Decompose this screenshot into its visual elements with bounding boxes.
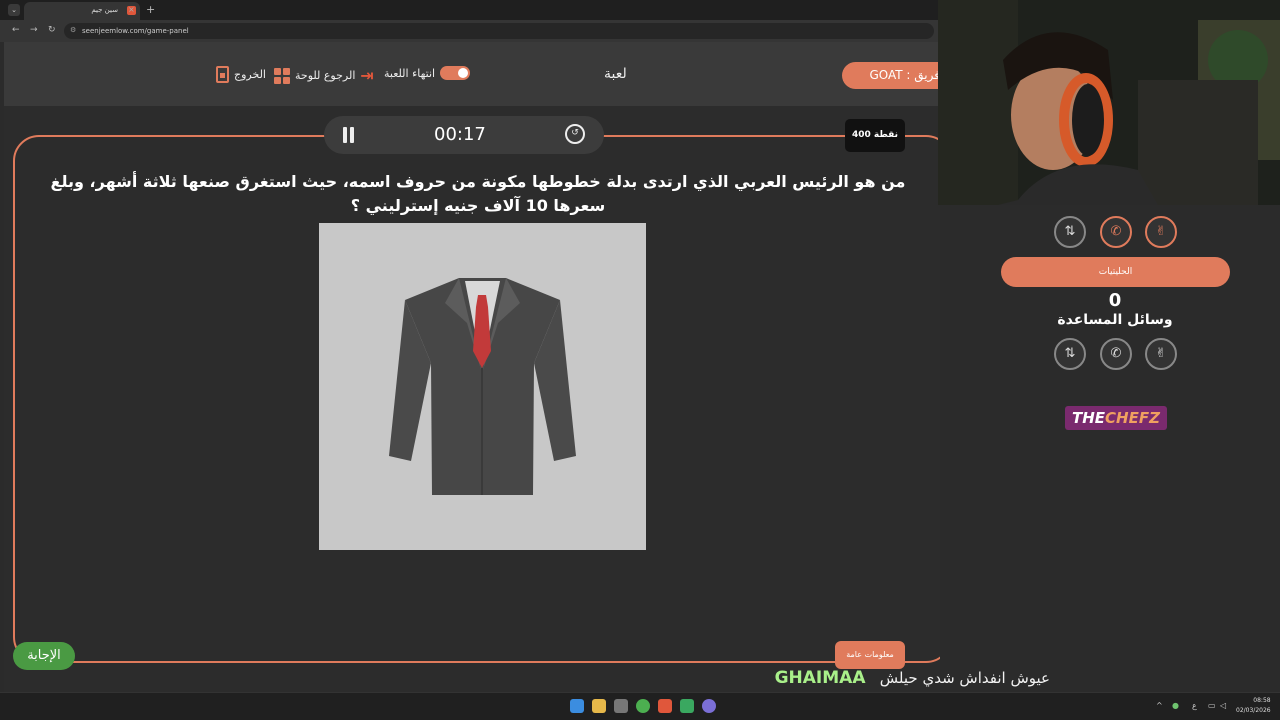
- question-text: من هو الرئيس العربي الذي ارتدى بدلة خطوط…: [50, 172, 906, 215]
- app-icon[interactable]: [680, 699, 694, 713]
- help-swap-icon-2[interactable]: ⇅: [1054, 338, 1086, 370]
- points-badge: 400 نقطة: [845, 119, 905, 152]
- suit-illustration: [389, 278, 576, 495]
- windows-taskbar: ^ ● ع ▭ ◁ 08:58 02/03/2026: [0, 692, 1280, 720]
- help-tools-label: وسائل المساعدة: [1057, 312, 1173, 328]
- back-to-board-button[interactable]: ⇥ الرجوع للوحة: [274, 66, 374, 85]
- tab-search-button[interactable]: ⌄: [8, 4, 20, 16]
- clock-date: 02/03/2026: [1236, 707, 1271, 714]
- webcam-overlay: [938, 0, 1280, 205]
- file-explorer-icon[interactable]: [592, 699, 606, 713]
- help-swap-icon[interactable]: ⇅: [1054, 216, 1086, 248]
- help-two-answers-icon[interactable]: ✌: [1145, 216, 1177, 248]
- back-to-board-label: الرجوع للوحة: [295, 69, 356, 82]
- taskbar-clock[interactable]: 08:58 02/03/2026: [1236, 696, 1271, 716]
- team-badge: فريق : GOAT: [842, 62, 952, 89]
- tray-overflow-icon[interactable]: ^: [1156, 701, 1163, 710]
- tray-app-icon[interactable]: ●: [1172, 701, 1179, 710]
- forward-arrow-icon[interactable]: →: [30, 25, 38, 35]
- team-score: 0: [1108, 290, 1122, 311]
- chat-username: GHAIMAA: [774, 668, 866, 688]
- pause-icon[interactable]: [342, 127, 356, 143]
- help-call-friend-icon-2[interactable]: ✆: [1100, 338, 1132, 370]
- back-arrow-icon[interactable]: ←: [12, 25, 20, 35]
- team-name-badge: الحليتيات: [1001, 257, 1230, 287]
- tab-close-icon[interactable]: ×: [128, 5, 135, 14]
- brave-icon[interactable]: [658, 699, 672, 713]
- exit-door-icon: [216, 66, 229, 83]
- clock-time: 08:58: [1253, 697, 1271, 704]
- new-tab-button[interactable]: +: [146, 3, 155, 16]
- obs-icon[interactable]: [702, 699, 716, 713]
- language-indicator[interactable]: ع: [1192, 701, 1197, 710]
- reset-timer-icon[interactable]: ↺: [565, 124, 585, 144]
- streamer-webcam-image: [938, 0, 1280, 205]
- browser-tab[interactable]: سين جيم ×: [24, 2, 140, 20]
- end-game-toggle-icon: [440, 66, 471, 80]
- sponsor-logo: THECHEFZ: [1065, 406, 1167, 430]
- store-icon[interactable]: [614, 699, 628, 713]
- chat-text: عيوش انفداش شدي حيلش: [879, 669, 1050, 687]
- board-grid-icon: [274, 67, 290, 84]
- tab-title: سين جيم: [91, 6, 118, 14]
- question-image-suit: [319, 223, 646, 550]
- url-text: seenjeemlow.com/game-panel: [82, 27, 189, 35]
- chat-message: عيوش انفداش شدي حيلش GHAIMAA: [770, 668, 1050, 692]
- answer-button[interactable]: الإجابة: [13, 642, 75, 670]
- exit-label: الخروج: [234, 68, 266, 81]
- general-info-button[interactable]: معلومات عامة: [835, 641, 905, 669]
- browser-tab-bar: ⌄ سين جيم × +: [0, 0, 940, 20]
- help-two-answers-icon-2[interactable]: ✌: [1145, 338, 1177, 370]
- back-arrow-icon: ⇥: [360, 66, 374, 85]
- timer-bar: 00:17 ↺: [324, 116, 604, 154]
- help-call-friend-icon[interactable]: ✆: [1100, 216, 1132, 248]
- network-icon[interactable]: ▭: [1208, 701, 1216, 710]
- site-info-icon[interactable]: ⚙: [70, 26, 76, 34]
- chrome-icon[interactable]: [636, 699, 650, 713]
- end-game-button[interactable]: انتهاء اللعبة: [384, 66, 471, 80]
- url-field[interactable]: ⚙ seenjeemlow.com/game-panel: [64, 23, 934, 39]
- game-title: لعبة: [604, 66, 627, 82]
- end-game-label: انتهاء اللعبة: [384, 66, 436, 80]
- exit-button[interactable]: الخروج: [216, 66, 266, 83]
- timer-display: 00:17: [434, 124, 486, 145]
- reload-icon[interactable]: ↻: [48, 25, 56, 35]
- volume-icon[interactable]: ◁: [1220, 701, 1226, 710]
- address-bar-row: ← → ↻ ⚙ seenjeemlow.com/game-panel: [0, 20, 940, 42]
- game-header: فريق : GOAT لعبة انتهاء اللعبة ⇥ الرجوع …: [4, 42, 952, 106]
- start-menu-icon[interactable]: [570, 699, 584, 713]
